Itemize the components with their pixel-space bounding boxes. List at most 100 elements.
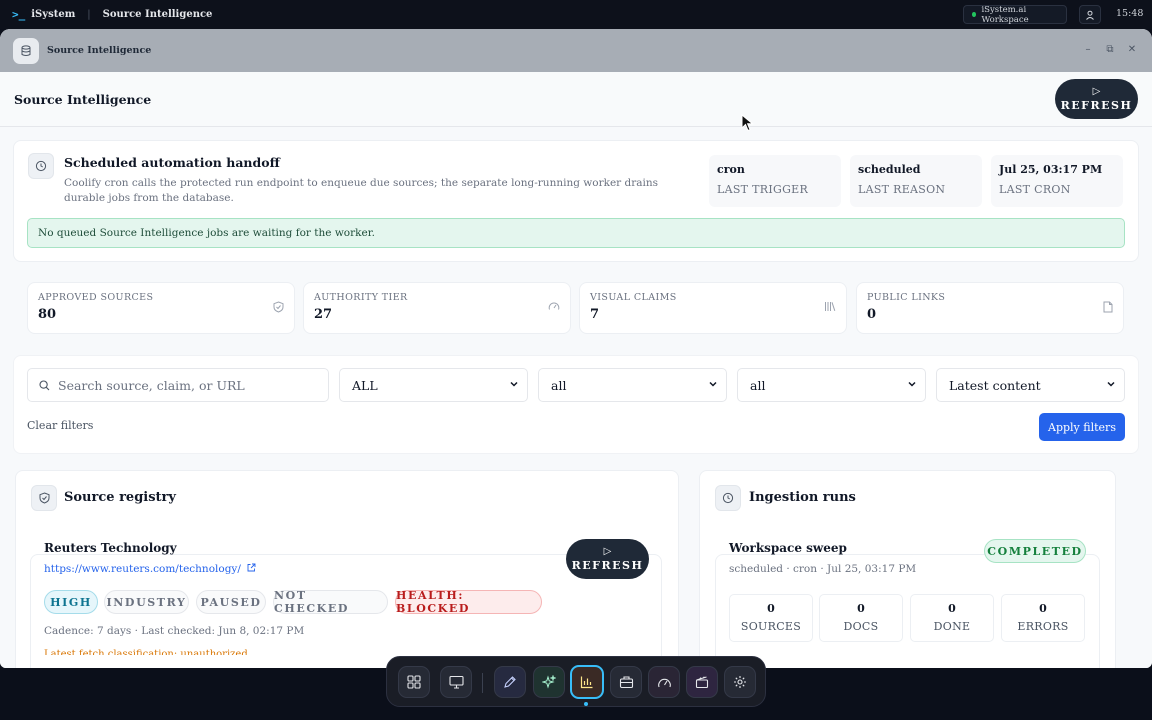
tag-health-blocked: HEALTH: BLOCKED xyxy=(395,589,542,615)
clear-filters-link[interactable]: Clear filters xyxy=(27,419,93,432)
ingestion-runs-title: Ingestion runs xyxy=(749,490,856,505)
refresh-button[interactable]: ▷ REFRESH xyxy=(1055,79,1138,119)
sort-select[interactable]: Latest content xyxy=(936,368,1125,402)
stat-value: 0 xyxy=(767,602,775,615)
tier-select[interactable]: ALL xyxy=(339,368,528,402)
refresh-label: REFRESH xyxy=(1060,98,1133,112)
page-title: Source Intelligence xyxy=(14,92,152,107)
stat-value: 0 xyxy=(1039,602,1047,615)
metric-authority-tier: AUTHORITY TIER 27 xyxy=(303,282,571,334)
source-url-text: https://www.reuters.com/technology/ xyxy=(44,563,241,575)
chevron-down-icon xyxy=(908,381,916,387)
dock-settings-icon[interactable] xyxy=(724,666,756,698)
search-placeholder: Search source, claim, or URL xyxy=(58,377,245,393)
workspace-switcher[interactable]: iSystem.ai Workspace xyxy=(963,5,1067,25)
metric-value: 7 xyxy=(590,307,600,322)
app-window: Source Intelligence – ⧉ ✕ Source Intelli… xyxy=(0,29,1152,668)
chevron-down-icon xyxy=(1107,381,1115,387)
metric-value: 80 xyxy=(38,307,57,322)
type-select[interactable]: all xyxy=(737,368,926,402)
close-icon[interactable]: ✕ xyxy=(1126,43,1138,55)
dock-sparkles-icon[interactable] xyxy=(533,666,565,698)
select-value: all xyxy=(750,377,766,393)
dock-bar-chart-icon[interactable] xyxy=(570,665,604,699)
status-dot xyxy=(972,12,977,17)
system-top-bar: >_ iSystem | Source Intelligence iSystem… xyxy=(0,0,1152,29)
run-stat-docs: 0 DOCS xyxy=(819,594,903,642)
source-url-link[interactable]: https://www.reuters.com/technology/ xyxy=(44,563,256,575)
mouse-cursor-icon xyxy=(741,114,754,132)
divider: | xyxy=(87,9,91,20)
last-cron-stat: Jul 25, 03:17 PM LAST CRON xyxy=(991,155,1123,207)
run-stat-done: 0 DONE xyxy=(910,594,994,642)
tag-high: HIGH xyxy=(44,590,98,614)
queue-notice: No queued Source Intelligence jobs are w… xyxy=(27,218,1125,248)
clock: 15:48 xyxy=(1116,8,1144,19)
chevron-down-icon xyxy=(510,381,518,387)
select-value: Latest content xyxy=(949,377,1041,393)
source-refresh-button[interactable]: ▷ REFRESH xyxy=(566,539,649,579)
run-name: Workspace sweep xyxy=(729,541,847,555)
external-link-icon xyxy=(247,563,256,572)
search-input[interactable]: Search source, claim, or URL xyxy=(27,368,329,402)
run-stat-sources: 0 SOURCES xyxy=(729,594,813,642)
tag-industry: INDUSTRY xyxy=(104,590,189,614)
source-warning: Latest fetch classification: unauthorize… xyxy=(44,649,248,655)
stat-value: scheduled xyxy=(858,163,921,176)
user-icon xyxy=(1086,10,1094,20)
active-app-title: Source Intelligence xyxy=(102,9,213,20)
brand-name: iSystem xyxy=(31,9,76,20)
metric-visual-claims: VISUAL CLAIMS 7 xyxy=(579,282,847,334)
dock-clapperboard-icon[interactable] xyxy=(686,666,718,698)
active-indicator xyxy=(584,702,588,706)
stat-label: DOCS xyxy=(843,620,879,633)
select-value: ALL xyxy=(352,377,378,393)
stat-value: Jul 25, 03:17 PM xyxy=(999,163,1103,176)
stat-label: ERRORS xyxy=(1017,620,1069,633)
source-name: Reuters Technology xyxy=(44,541,177,555)
dock-divider xyxy=(482,673,483,693)
minimize-icon[interactable]: – xyxy=(1082,43,1094,55)
run-subtitle: scheduled · cron · Jul 25, 03:17 PM xyxy=(729,563,917,575)
stat-label: LAST TRIGGER xyxy=(717,183,809,196)
dock-monitor-icon[interactable] xyxy=(440,666,472,698)
user-button[interactable] xyxy=(1079,5,1101,24)
source-registry-title: Source registry xyxy=(64,490,176,505)
shield-check-icon xyxy=(31,485,57,511)
metric-label: AUTHORITY TIER xyxy=(314,292,408,303)
apply-filters-button[interactable]: Apply filters xyxy=(1039,413,1125,441)
automation-description: Coolify cron calls the protected run end… xyxy=(64,177,659,204)
last-reason-stat: scheduled LAST REASON xyxy=(850,155,982,207)
tag-label: HEALTH: BLOCKED xyxy=(396,589,471,615)
stat-label: DONE xyxy=(933,620,971,633)
dock-briefcase-icon[interactable] xyxy=(610,666,642,698)
stat-label: LAST CRON xyxy=(999,183,1071,196)
last-trigger-stat: cron LAST TRIGGER xyxy=(709,155,841,207)
dock-pen-icon[interactable] xyxy=(494,666,526,698)
tag-label: INDUSTRY xyxy=(106,595,187,609)
dock-gauge-icon[interactable] xyxy=(648,666,680,698)
select-value: all xyxy=(551,377,567,393)
window-controls: – ⧉ ✕ xyxy=(1082,43,1138,55)
dock-grid-icon[interactable] xyxy=(398,666,430,698)
terminal-prompt-icon: >_ xyxy=(12,8,26,21)
shield-check-icon xyxy=(273,301,284,316)
app-dock xyxy=(386,656,766,707)
window-titlebar[interactable]: Source Intelligence – ⧉ ✕ xyxy=(0,29,1152,72)
stat-value: cron xyxy=(717,163,745,176)
tag-paused: PAUSED xyxy=(196,590,266,614)
file-icon xyxy=(1103,301,1113,316)
clock-icon xyxy=(28,153,54,179)
metric-label: APPROVED SOURCES xyxy=(38,292,154,303)
tag-label: NOT CHECKED xyxy=(274,589,349,615)
metric-value: 27 xyxy=(314,307,333,322)
brand[interactable]: >_ iSystem xyxy=(12,8,75,21)
metric-approved-sources: APPROVED SOURCES 80 xyxy=(27,282,295,334)
tag-not-checked: NOT CHECKED xyxy=(273,589,388,615)
restore-icon[interactable]: ⧉ xyxy=(1104,43,1116,55)
tag-label: HIGH xyxy=(50,595,92,609)
window-title: Source Intelligence xyxy=(47,45,152,56)
play-icon: ▷ xyxy=(1092,85,1101,97)
status-select[interactable]: all xyxy=(538,368,727,402)
metric-public-links: PUBLIC LINKS 0 xyxy=(856,282,1124,334)
